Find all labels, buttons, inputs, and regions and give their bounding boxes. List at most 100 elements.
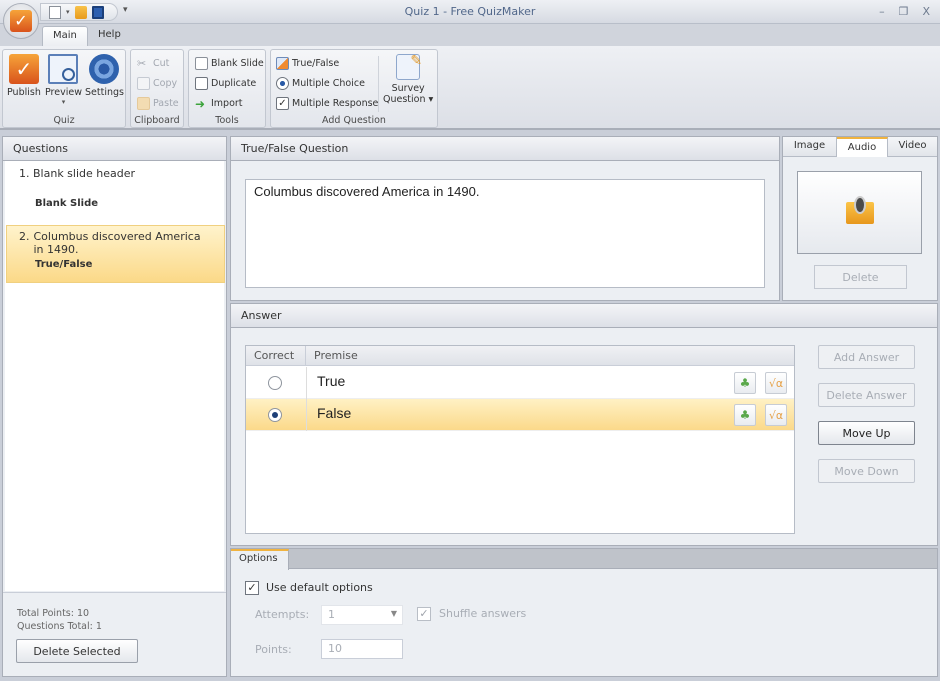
blank-slide-icon	[195, 57, 208, 70]
feedback-image-icon[interactable]: ♣	[734, 404, 756, 426]
attempts-label: Attempts:	[255, 608, 310, 621]
column-header-correct: Correct	[246, 346, 306, 366]
ribbon-group-add-question: True/False Multiple Choice ✓ Multiple Res…	[270, 49, 438, 128]
options-panel: Options ✓ Use default options Attempts: …	[230, 548, 938, 677]
blank-slide-button[interactable]: Blank Slide	[195, 57, 264, 70]
minimize-button[interactable]: –	[879, 5, 885, 18]
restore-button[interactable]: ❐	[899, 5, 909, 18]
tab-main[interactable]: Main	[42, 26, 88, 46]
delete-selected-button[interactable]: Delete Selected	[16, 639, 138, 663]
ribbon-group-tools: Blank Slide Duplicate ➜ Import Tools	[188, 49, 266, 128]
audio-drop-area[interactable]	[797, 171, 922, 254]
survey-question-button[interactable]: ✎ Survey Question ▾	[383, 53, 433, 105]
answer-row[interactable]: False ♣ √α	[246, 399, 794, 431]
tab-help[interactable]: Help	[88, 26, 131, 46]
question-panel: True/False Question Columbus discovered …	[230, 136, 780, 301]
preview-icon	[48, 54, 79, 84]
ribbon-group-clipboard: ✂ Cut Copy Paste Clipboard	[130, 49, 184, 128]
options-tab-bar: Options	[231, 549, 937, 570]
question-type-label: True/False	[35, 259, 93, 270]
cut-button[interactable]: ✂ Cut	[137, 57, 169, 70]
use-default-options-checkbox[interactable]: ✓	[245, 581, 259, 595]
answer-row[interactable]: True ♣ √α	[246, 367, 794, 399]
quizmaker-logo-icon: ✓	[10, 10, 32, 32]
duplicate-button[interactable]: Duplicate	[195, 77, 256, 90]
audio-folder-icon	[845, 195, 874, 224]
ribbon-tab-bar: Main Help	[0, 24, 940, 46]
group-label-tools: Tools	[215, 115, 239, 126]
new-file-icon[interactable]	[49, 5, 61, 19]
application-menu-button[interactable]: ✓	[3, 3, 39, 39]
duplicate-icon	[195, 77, 208, 90]
group-label-quiz: Quiz	[53, 115, 75, 126]
paste-icon	[137, 97, 150, 110]
delete-answer-button[interactable]: Delete Answer	[818, 383, 915, 407]
tab-options[interactable]: Options	[231, 549, 289, 570]
shuffle-answers-checkbox[interactable]: ✓	[417, 607, 431, 621]
correct-radio[interactable]	[268, 376, 282, 390]
tab-audio[interactable]: Audio	[837, 137, 888, 157]
group-divider	[378, 56, 379, 112]
quick-access-toolbar: ▾	[40, 3, 118, 21]
questions-header: Questions	[3, 137, 226, 161]
equation-icon[interactable]: √α	[765, 372, 787, 394]
total-points: Total Points: 10	[17, 608, 90, 619]
multiple-choice-button[interactable]: Multiple Choice	[276, 77, 365, 90]
true-false-button[interactable]: True/False	[276, 57, 339, 70]
media-panel: Image Audio Video Delete	[782, 136, 938, 301]
question-type-label: Blank Slide	[35, 198, 99, 209]
tab-video[interactable]: Video	[888, 137, 937, 157]
paste-button[interactable]: Paste	[137, 97, 179, 110]
correct-radio[interactable]	[268, 408, 282, 422]
survey-pencil-icon: ✎	[396, 53, 422, 80]
customize-toolbar-icon[interactable]: ▾	[123, 5, 128, 15]
media-delete-button[interactable]: Delete	[814, 265, 907, 289]
group-label-clipboard: Clipboard	[134, 115, 180, 126]
question-text-input[interactable]: Columbus discovered America in 1490.	[245, 179, 765, 288]
save-icon[interactable]	[91, 5, 104, 19]
copy-button[interactable]: Copy	[137, 77, 177, 90]
checkbox-icon: ✓	[276, 97, 289, 110]
use-default-options-label: Use default options	[266, 581, 373, 594]
publish-button[interactable]: ✓ Publish	[7, 54, 41, 98]
answer-header: Answer	[231, 304, 937, 328]
answer-panel: Answer Correct Premise True ♣ √α False ♣…	[230, 303, 938, 546]
move-down-button[interactable]: Move Down	[818, 459, 915, 483]
import-arrow-icon: ➜	[195, 97, 206, 111]
premise-text[interactable]: True	[306, 367, 355, 399]
true-false-icon	[276, 57, 289, 70]
premise-text[interactable]: False	[306, 399, 361, 431]
attempts-select[interactable]: 1 ▼	[321, 605, 403, 625]
shuffle-answers-label: Shuffle answers	[439, 607, 527, 620]
settings-gear-icon	[89, 54, 120, 84]
preview-button[interactable]: Preview ▾	[45, 54, 82, 106]
dropdown-arrow-icon: ▼	[390, 609, 397, 618]
question-item-2[interactable]: 2. Columbus discovered America in 1490. T…	[6, 225, 225, 283]
questions-footer: Total Points: 10 Questions Total: 1 Dele…	[3, 592, 226, 676]
close-button[interactable]: X	[922, 5, 930, 18]
feedback-image-icon[interactable]: ♣	[734, 372, 756, 394]
tab-image[interactable]: Image	[783, 137, 837, 157]
move-up-button[interactable]: Move Up	[818, 421, 915, 445]
preview-dropdown-icon[interactable]: ▾	[62, 98, 66, 106]
ribbon: ✓ Publish Preview ▾ Settings Quiz ✂ Cut C…	[0, 46, 940, 130]
group-label-add-question: Add Question	[322, 115, 386, 126]
questions-panel: Questions 1. Blank slide header Blank Sl…	[2, 136, 227, 677]
points-input[interactable]: 10	[321, 639, 403, 659]
radio-icon	[276, 77, 289, 90]
publish-icon: ✓	[8, 54, 39, 84]
new-dropdown-icon[interactable]: ▾	[66, 8, 70, 16]
import-button[interactable]: ➜ Import	[195, 97, 243, 111]
answer-table: Correct Premise True ♣ √α False ♣ √α	[245, 345, 795, 534]
add-answer-button[interactable]: Add Answer	[818, 345, 915, 369]
column-header-premise: Premise	[306, 346, 794, 366]
question-list: 1. Blank slide header Blank Slide 2. Colu…	[5, 161, 226, 591]
settings-button[interactable]: Settings	[85, 54, 124, 98]
questions-total: Questions Total: 1	[17, 621, 102, 632]
open-folder-icon[interactable]	[74, 5, 87, 19]
cut-icon: ✂	[137, 57, 147, 70]
question-item-1[interactable]: 1. Blank slide header Blank Slide	[7, 163, 226, 219]
equation-icon[interactable]: √α	[765, 404, 787, 426]
multiple-response-button[interactable]: ✓ Multiple Response	[276, 97, 378, 110]
copy-icon	[137, 77, 150, 90]
